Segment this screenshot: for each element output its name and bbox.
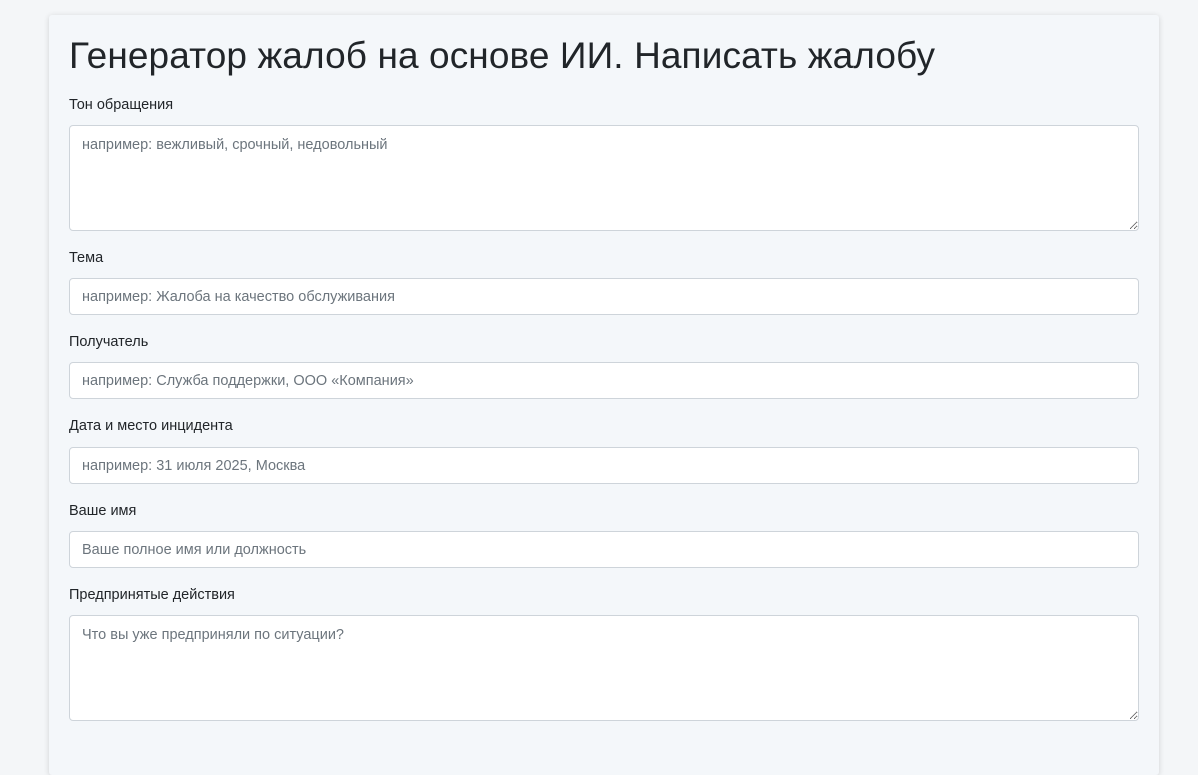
complaint-form-card: Генератор жалоб на основе ИИ. Написать ж… [49,15,1159,775]
recipient-input[interactable] [69,362,1139,399]
incident-input[interactable] [69,447,1139,484]
tone-textarea[interactable] [69,125,1139,231]
page-title: Генератор жалоб на основе ИИ. Написать ж… [69,35,936,76]
actions-textarea[interactable] [69,615,1139,721]
name-input[interactable] [69,531,1139,568]
actions-label: Предпринятые действия [69,587,235,603]
recipient-label: Получатель [69,334,149,350]
subject-label: Тема [69,250,104,266]
tone-label: Тон обращения [69,97,174,113]
incident-label: Дата и место инцидента [69,418,233,434]
subject-input[interactable] [69,278,1139,315]
name-label: Ваше имя [69,503,137,519]
